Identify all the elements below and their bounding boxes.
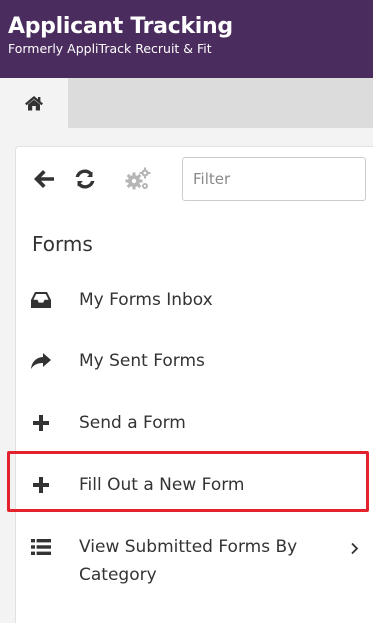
panel-toolbar [16,147,373,211]
arrow-left-icon [34,170,54,188]
back-button[interactable] [30,165,58,193]
tab-bar [0,78,373,128]
menu-item-label: Fill Out a New Form [79,475,245,495]
home-icon [25,95,43,110]
gears-icon [125,167,151,190]
plus-icon [28,472,54,498]
forms-panel: Forms My Forms Inbox My Sent Forms Send … [15,146,373,623]
menu-item-label: My Forms Inbox [79,290,213,310]
inbox-icon [28,287,54,313]
plus-icon [28,410,54,436]
menu-item-label-line1: View Submitted Forms By [79,537,298,557]
chevron-right-icon [350,540,359,559]
menu-item-my-sent-forms[interactable]: My Sent Forms [16,347,373,377]
home-tab[interactable] [0,78,68,128]
menu-item-my-forms-inbox[interactable]: My Forms Inbox [16,286,373,316]
filter-input[interactable] [182,157,366,201]
settings-button[interactable] [124,165,152,193]
app-subtitle: Formerly AppliTrack Recruit & Fit [8,41,212,56]
list-icon [28,534,54,560]
share-arrow-icon [28,348,54,374]
app-title: Applicant Tracking [8,14,233,39]
app-header: Applicant Tracking Formerly AppliTrack R… [0,0,373,78]
menu-item-view-submitted-forms-by-category[interactable]: View Submitted Forms By Category [16,533,373,591]
refresh-icon [75,169,95,189]
refresh-button[interactable] [71,165,99,193]
menu-item-fill-out-a-new-form[interactable]: Fill Out a New Form [16,471,373,501]
menu-item-label: Send a Form [79,413,186,433]
menu-item-send-a-form[interactable]: Send a Form [16,409,373,439]
section-title: Forms [32,232,93,256]
menu-item-label-line2: Category [79,565,157,585]
menu-item-label: My Sent Forms [79,351,205,371]
